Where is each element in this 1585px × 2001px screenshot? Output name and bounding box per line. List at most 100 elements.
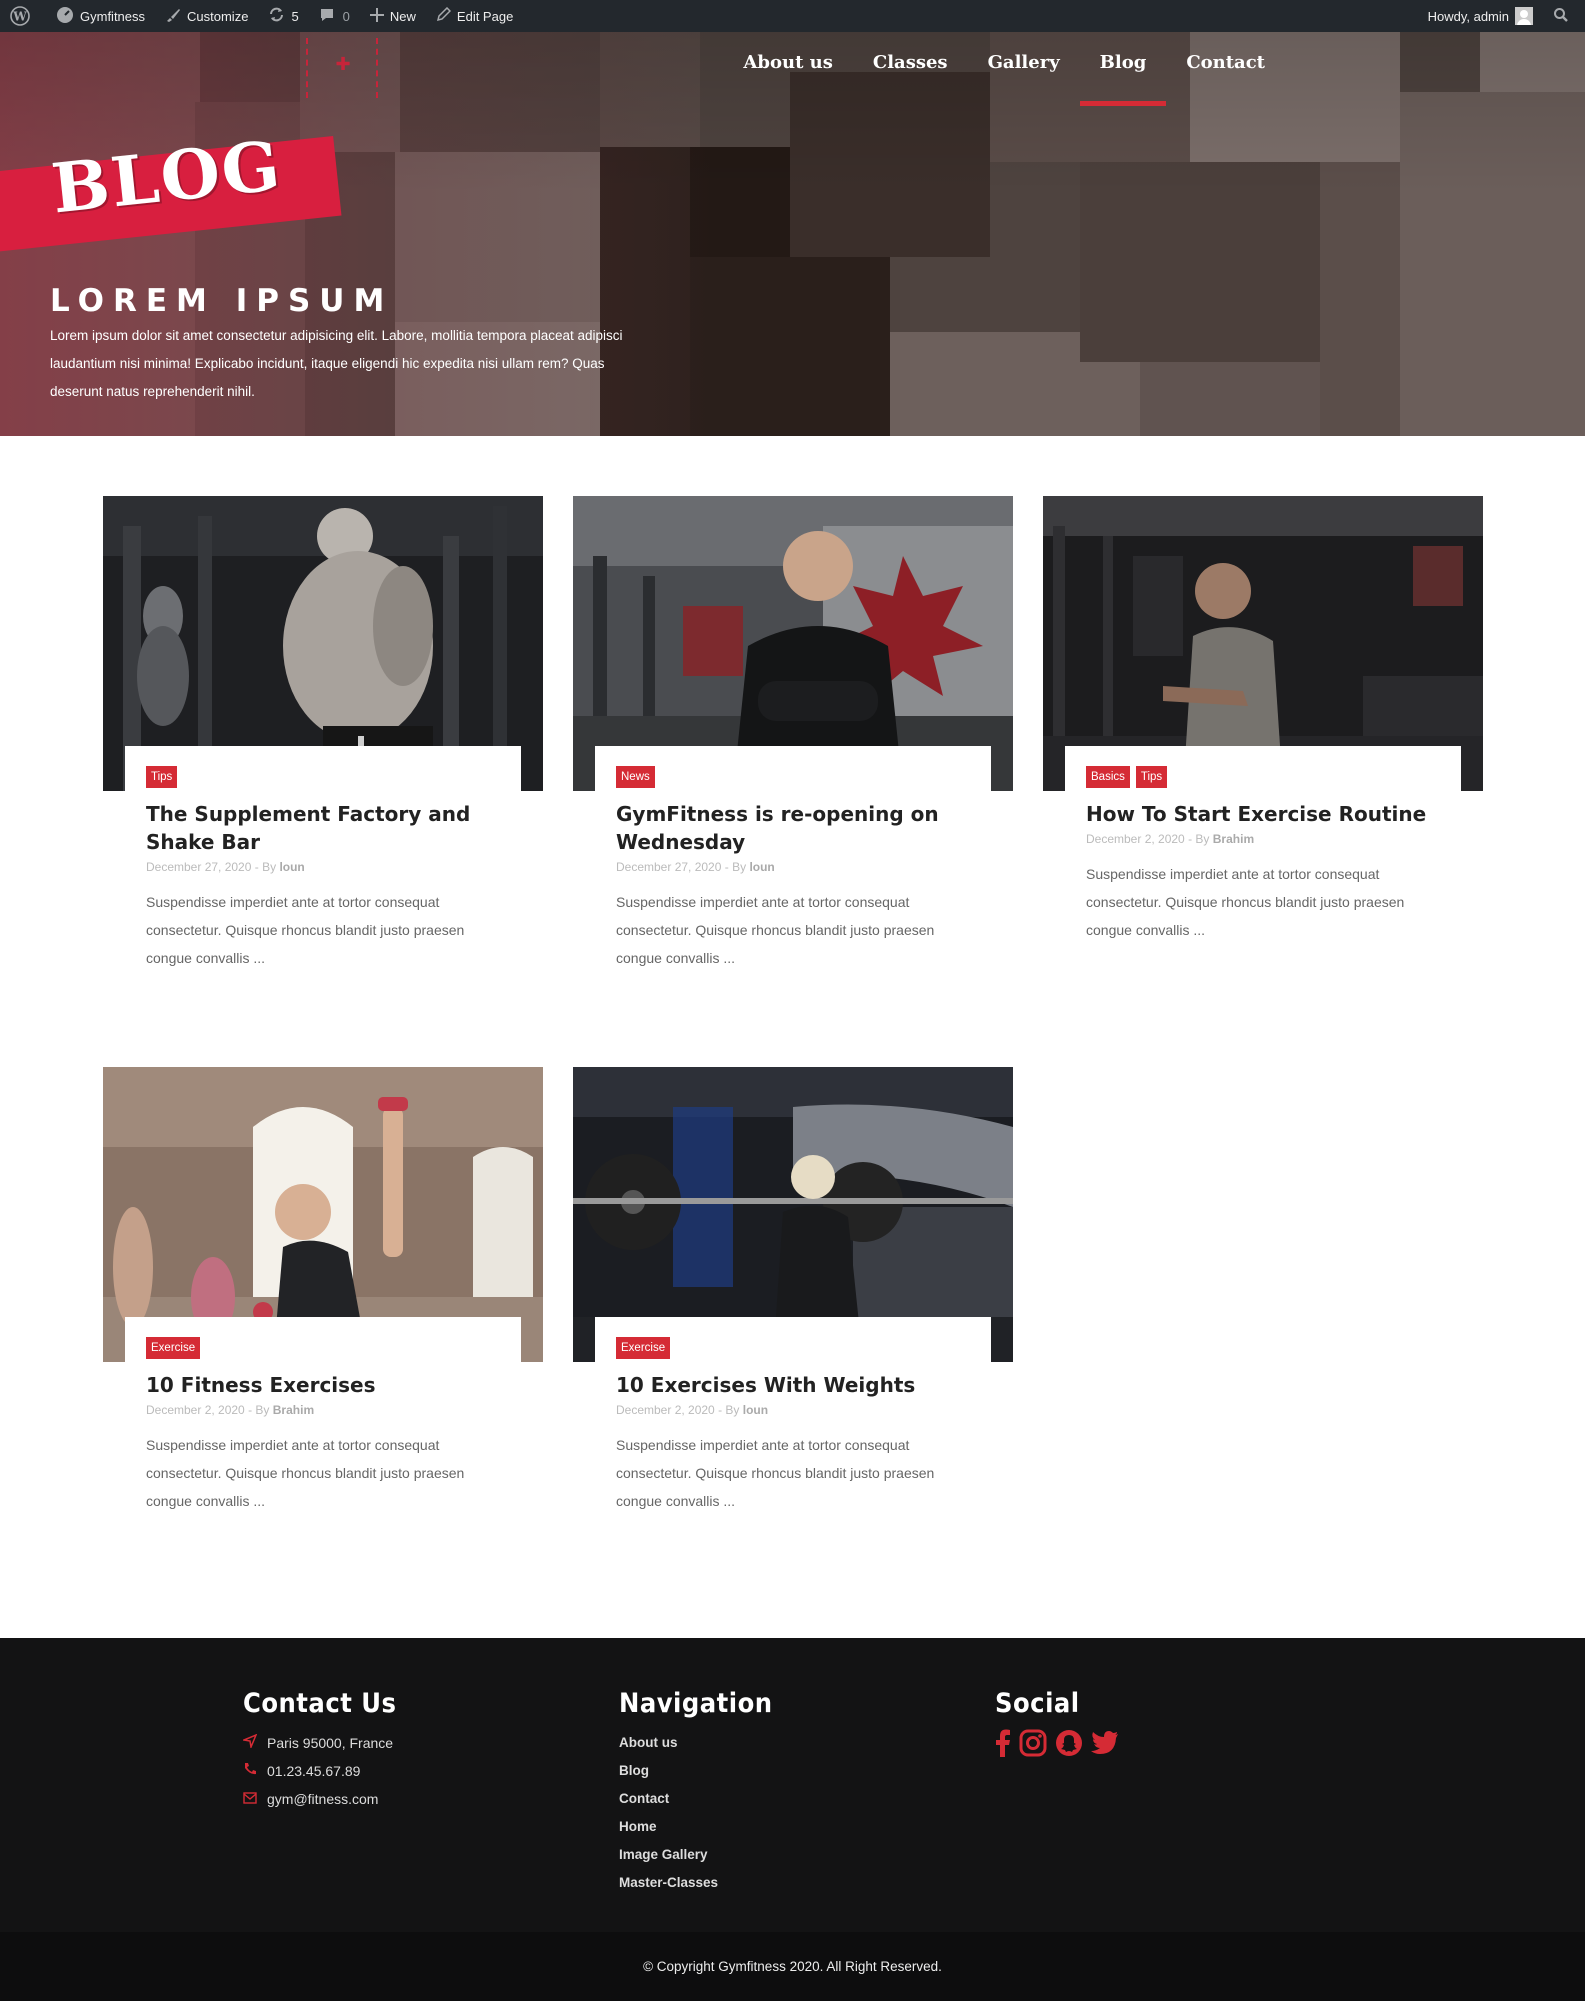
svg-text:W: W [12, 10, 27, 24]
tag-badge[interactable]: Tips [146, 766, 178, 788]
copyright-bar: © Copyright Gymfitness 2020. All Right R… [0, 1932, 1585, 2001]
post-tags: Basics Tips [1086, 766, 1440, 788]
post-meta: December 2, 2020 - By Brahim [146, 1403, 500, 1417]
footer-link-contact[interactable]: Contact [619, 1785, 773, 1813]
hero-description: Lorem ipsum dolor sit amet consectetur a… [50, 328, 623, 399]
refresh-icon [268, 6, 291, 26]
post-title[interactable]: 10 Fitness Exercises [146, 1371, 500, 1399]
edit-page-link[interactable]: Edit Page [426, 0, 523, 32]
comment-icon [319, 7, 341, 26]
hero-section: ✚ About us Classes Gallery Blog Contact … [0, 32, 1585, 436]
nav-contact[interactable]: Contact [1166, 32, 1285, 106]
post-author[interactable]: Brahim [273, 1403, 314, 1417]
account-menu[interactable]: Howdy, admin [1418, 0, 1543, 32]
post-excerpt: Suspendisse imperdiet ante at tortor con… [1086, 866, 1405, 938]
post-date: December 2, 2020 [616, 1403, 715, 1417]
wordpress-logo-icon[interactable]: W [0, 0, 46, 32]
social-heading: Social [995, 1688, 1080, 1719]
post-body: Exercise 10 Fitness Exercises December 2… [125, 1317, 521, 1515]
pencil-icon [436, 6, 457, 25]
footer-link-home[interactable]: Home [619, 1813, 773, 1841]
email-text[interactable]: gym@fitness.com [267, 1785, 378, 1813]
tag-badge[interactable]: News [616, 766, 655, 788]
address-text: Paris 95000, France [267, 1735, 394, 1751]
admin-search-button[interactable] [1543, 0, 1585, 32]
footer-link-blog[interactable]: Blog [619, 1757, 773, 1785]
post-body: News GymFitness is re-opening on Wednesd… [595, 746, 991, 972]
footer-contact: Contact Us Paris 95000, France 01.23.45.… [241, 1688, 397, 1813]
footer-social: Social [995, 1688, 1119, 1757]
tag-badge[interactable]: Basics [1086, 766, 1130, 788]
site-name-label: Gymfitness [80, 8, 146, 24]
tag-badge[interactable]: Exercise [616, 1337, 671, 1359]
hero-heading: LOREM IPSUM [50, 283, 394, 319]
post-meta: December 2, 2020 - By loun [616, 1403, 970, 1417]
post-title[interactable]: The Supplement Factory and Shake Bar [146, 800, 500, 856]
post-tags: Tips [146, 766, 500, 788]
footer-link-image-gallery[interactable]: Image Gallery [619, 1841, 773, 1869]
customize-link[interactable]: Customize [155, 0, 258, 32]
post-by: - By [248, 1403, 270, 1417]
phone-text[interactable]: 01.23.45.67.89 [267, 1757, 360, 1785]
email-row: gym@fitness.com [243, 1785, 396, 1813]
post-by: - By [724, 860, 747, 874]
new-label: New [389, 8, 416, 24]
post-title[interactable]: 10 Exercises With Weights [616, 1371, 970, 1399]
phone-row: 01.23.45.67.89 [243, 1757, 396, 1785]
tag-badge[interactable]: Exercise [146, 1337, 201, 1359]
nav-gallery[interactable]: Gallery [968, 32, 1080, 106]
post-title[interactable]: How To Start Exercise Routine [1086, 800, 1440, 828]
post-body: Tips The Supplement Factory and Shake Ba… [125, 746, 521, 972]
address-row: Paris 95000, France [241, 1729, 396, 1757]
twitter-icon[interactable] [1091, 1731, 1119, 1755]
post-author[interactable]: loun [743, 1403, 768, 1417]
navigation-heading: Navigation [619, 1688, 773, 1719]
post-excerpt: Suspendisse imperdiet ante at tortor con… [146, 1437, 465, 1509]
contact-heading: Contact Us [243, 1688, 397, 1719]
site-logo[interactable]: ✚ [306, 38, 378, 98]
instagram-icon[interactable] [1019, 1729, 1047, 1757]
brush-icon [165, 7, 187, 26]
footer-link-about-us[interactable]: About us [619, 1729, 773, 1757]
comments-link[interactable]: 0 [309, 0, 360, 32]
post-date: December 27, 2020 [146, 860, 252, 874]
nav-classes[interactable]: Classes [853, 32, 968, 106]
post-excerpt: Suspendisse imperdiet ante at tortor con… [616, 1437, 935, 1509]
post-author[interactable]: loun [279, 860, 304, 874]
post-body: Basics Tips How To Start Exercise Routin… [1065, 746, 1461, 944]
post-tags: News [616, 766, 970, 788]
avatar [1515, 7, 1533, 25]
post-author[interactable]: Brahim [1213, 832, 1254, 846]
admin-bar: W Gymfitness Customize 5 0 New Edit Page… [0, 0, 1585, 32]
site-footer: Contact Us Paris 95000, France 01.23.45.… [0, 1638, 1585, 1932]
footer-link-master-classes[interactable]: Master-Classes [619, 1869, 773, 1897]
nav-blog[interactable]: Blog [1079, 32, 1167, 106]
post-meta: December 27, 2020 - By loun [616, 860, 970, 874]
post-title[interactable]: GymFitness is re-opening on Wednesday [616, 800, 970, 856]
new-content-menu[interactable]: New [360, 0, 426, 32]
nav-about-us[interactable]: About us [723, 32, 852, 106]
snapchat-icon[interactable] [1055, 1729, 1083, 1757]
post-date: December 2, 2020 [146, 1403, 245, 1417]
post-by: - By [1188, 832, 1210, 846]
edit-page-label: Edit Page [456, 8, 514, 24]
tag-badge[interactable]: Tips [1135, 766, 1168, 788]
dumbbell-logo-icon: ✚ [335, 54, 351, 75]
facebook-icon[interactable] [995, 1729, 1011, 1757]
post-author[interactable]: loun [749, 860, 774, 874]
post-date: December 2, 2020 [1086, 832, 1185, 846]
comments-count: 0 [342, 8, 350, 24]
post-tags: Exercise [146, 1337, 500, 1359]
post-by: - By [254, 860, 277, 874]
howdy-label: Howdy, admin [1427, 8, 1509, 24]
site-name-menu[interactable]: Gymfitness [46, 0, 155, 32]
phone-icon [243, 1757, 267, 1785]
social-links [995, 1729, 1119, 1757]
updates-link[interactable]: 5 [258, 0, 308, 32]
envelope-icon [243, 1785, 267, 1813]
footer-navigation: Navigation About us Blog Contact Home Im… [619, 1688, 773, 1897]
plus-icon [369, 7, 390, 25]
post-meta: December 27, 2020 - By loun [146, 860, 500, 874]
main-navigation: About us Classes Gallery Blog Contact [723, 32, 1285, 106]
customize-label: Customize [187, 8, 249, 24]
